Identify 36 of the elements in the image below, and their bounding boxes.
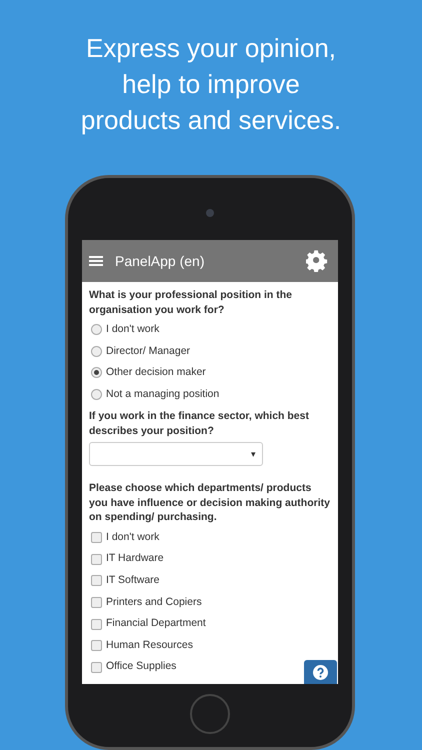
dropdown-field[interactable]: ▾: [89, 442, 263, 466]
option-label: Financial Department: [106, 616, 206, 632]
radio-button[interactable]: [91, 324, 102, 336]
option-label: Office Supplies: [106, 659, 176, 674]
radio-button[interactable]: [91, 389, 102, 400]
checkbox[interactable]: [91, 662, 102, 673]
checkbox[interactable]: [91, 596, 102, 608]
settings-icon: [306, 250, 328, 272]
checkbox[interactable]: [91, 575, 102, 586]
radio-button[interactable]: [91, 367, 102, 378]
question-text: If you work in the finance sector, which best describes your position?: [89, 409, 310, 438]
option-label: IT Hardware: [106, 551, 164, 566]
checkbox[interactable]: [91, 640, 102, 652]
camera-icon: [206, 209, 214, 217]
checkbox[interactable]: [91, 618, 102, 630]
settings-button[interactable]: [306, 249, 328, 273]
app-title: PanelApp (en): [115, 252, 206, 271]
checkbox[interactable]: [91, 532, 102, 544]
headline: Express your opinion, help to improve products and services.: [80, 32, 342, 137]
option-label: Director/ Manager: [106, 344, 190, 359]
checkbox[interactable]: [91, 554, 102, 565]
question-text: What is your professional position in the organisation you work for?: [89, 288, 294, 317]
radio-button[interactable]: [91, 346, 102, 357]
option-label: I don't work: [106, 530, 160, 545]
option-label: Other decision maker: [106, 365, 206, 380]
help-icon: [313, 664, 328, 680]
dropdown-caret-icon: ▾: [251, 448, 256, 462]
option-label: Human Resources: [106, 638, 193, 653]
menu-icon: [89, 254, 103, 267]
option-label: I don't work: [106, 322, 160, 337]
help-button[interactable]: [304, 660, 337, 684]
home-button[interactable]: [190, 694, 230, 734]
question-text: Please choose which departments/ products you have influence or decision making authority on spending/ purchasing.: [89, 481, 331, 525]
option-label: Not a managing position: [106, 386, 220, 402]
option-label: Printers and Copiers: [106, 594, 202, 610]
option-label: IT Software: [106, 572, 160, 588]
